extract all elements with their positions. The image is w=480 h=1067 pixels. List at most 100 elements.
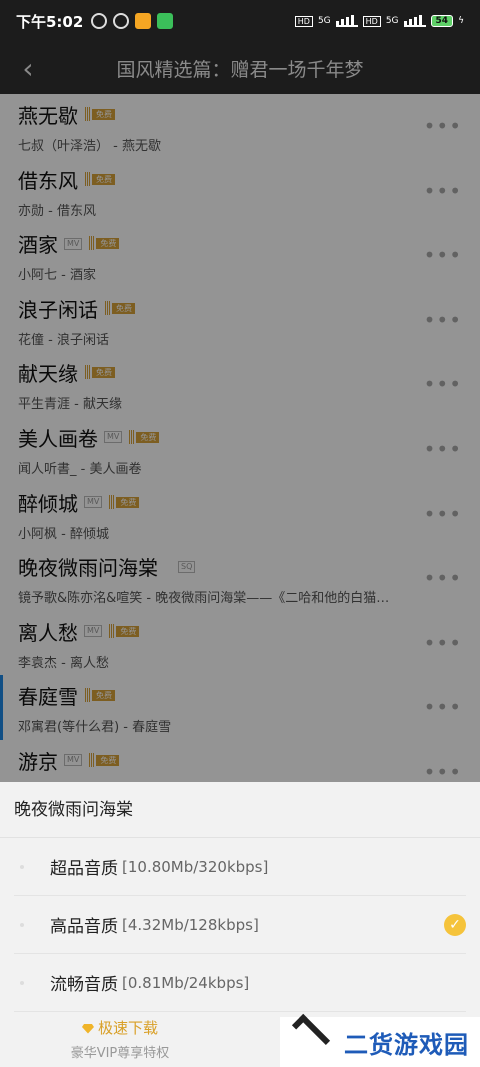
song-row[interactable]: 美人画卷 MV 免费闻人听書_ - 美人画卷 •••: [0, 417, 480, 482]
free-badge: 免费: [109, 494, 140, 509]
top-nav: ‹ 国风精选篇：赠君一场千年梦: [0, 42, 480, 94]
song-row[interactable]: 借东风 免费亦勋 - 借东风 •••: [0, 159, 480, 224]
bullet-icon: [20, 922, 24, 927]
song-artist: 小阿枫 - 醉倾城: [18, 526, 109, 542]
song-artist: 闻人听書_ - 美人画卷: [18, 461, 142, 477]
page-title: 国风精选篇：赠君一场千年梦: [116, 58, 364, 81]
song-artist: 镜予歌&陈亦洺&喧笑 - 晚夜微雨问海棠——《二哈和他的白猫…: [18, 591, 390, 607]
more-dots-icon[interactable]: •••: [424, 437, 462, 461]
quality-label: 超品音质: [50, 859, 118, 879]
song-row[interactable]: 晚夜微雨问海棠 SQ 镜予歌&陈亦洺&喧笑 - 晚夜微雨问海棠——《二哈和他的白猫……: [0, 546, 480, 611]
mv-badge[interactable]: MV: [84, 625, 103, 638]
more-dots-icon[interactable]: •••: [424, 502, 462, 526]
status-notification-icons: [91, 13, 174, 29]
free-badge: 免费: [89, 752, 120, 767]
status-bar: 下午5:02 HD 5G HD 5G 54 ϟ: [0, 0, 480, 42]
signal-icon: [335, 15, 358, 27]
more-dots-icon[interactable]: •••: [424, 179, 462, 203]
vip-subtitle: 豪华VIP尊享特权: [70, 1046, 170, 1061]
song-title: 春庭雪: [18, 685, 78, 710]
more-dots-icon[interactable]: •••: [424, 243, 462, 267]
song-title-row: 燕无歇 免费: [18, 100, 480, 129]
song-title: 借东风: [18, 168, 78, 193]
sq-badge: SQ: [178, 560, 196, 573]
song-row[interactable]: 燕无歇 免费七叔（叶泽浩） - 燕无歇 •••: [0, 94, 480, 159]
song-row[interactable]: 浪子闲话 免费 花僮 - 浪子闲话 •••: [0, 288, 480, 353]
song-title-row: 晚夜微雨问海棠 SQ: [18, 552, 480, 581]
mv-badge[interactable]: MV: [64, 754, 83, 767]
quality-detail: [4.32Mb/128kbps]: [122, 915, 259, 934]
quality-option[interactable]: 高品音质 [4.32Mb/128kbps] ✓: [14, 896, 466, 954]
song-title: 酒家: [18, 233, 58, 258]
song-row[interactable]: 游京MV免费海伦 - 游京•••: [0, 740, 480, 782]
more-dots-icon[interactable]: •••: [424, 372, 462, 396]
song-artist: 七叔（叶泽浩） - 燕无歇: [18, 139, 161, 154]
mv-badge[interactable]: MV: [104, 431, 123, 444]
free-badge: 免费: [129, 429, 160, 444]
free-badge: 免费: [85, 107, 115, 121]
song-title-row: 离人愁 MV 免费: [18, 617, 480, 646]
song-row[interactable]: 酒家 MV 免费 小阿七 - 酒家 •••: [0, 223, 480, 288]
song-title: 离人愁: [18, 620, 78, 645]
hd-icon-2: HD: [362, 15, 381, 27]
quality-label: 流畅音质: [50, 975, 118, 995]
network-type-2: 5G: [385, 16, 399, 26]
sheet-song-title: 晚夜微雨问海棠: [0, 782, 480, 838]
mv-badge[interactable]: MV: [84, 496, 103, 509]
network-type-1: 5G: [317, 16, 331, 26]
quality-label: 高品音质: [50, 917, 118, 937]
song-title: 醉倾城: [18, 491, 78, 516]
song-title: 晚夜微雨问海棠: [18, 556, 158, 581]
free-badge: 免费: [109, 623, 140, 638]
back-arrow-icon[interactable]: ‹: [0, 52, 56, 85]
song-title-row: 借东风 免费: [18, 165, 480, 194]
song-artist: 平生青涯 - 献天缘: [18, 397, 122, 413]
battery-icon: 54: [430, 15, 454, 27]
song-artist: 小阿七 - 酒家: [18, 268, 96, 284]
quality-option[interactable]: 超品音质 [10.80Mb/320kbps]: [14, 838, 466, 896]
free-badge: 免费: [85, 171, 115, 186]
check-icon: ✓: [444, 913, 466, 936]
mv-badge[interactable]: MV: [64, 237, 83, 250]
vip-title: 极速下载: [0, 1017, 240, 1038]
song-artist: 邓寓君(等什么君) - 春庭雪: [18, 720, 172, 736]
song-title: 燕无歇: [18, 104, 78, 128]
more-dots-icon[interactable]: •••: [424, 114, 462, 138]
bullet-icon: [20, 980, 24, 985]
fast-download-button[interactable]: 极速下载 豪华VIP尊享特权: [0, 1011, 240, 1067]
song-title: 美人画卷: [18, 426, 98, 451]
more-dots-icon[interactable]: •••: [424, 760, 462, 782]
song-title: 献天缘: [18, 362, 78, 387]
song-artist: 李袁杰 - 离人愁: [18, 655, 109, 671]
song-list[interactable]: 燕无歇 免费 七叔（叶泽浩） - 燕无歇 ••• 借东风 免费 亦勋 - 借东风 ••• 酒家 M…: [0, 94, 480, 782]
watermark-logo-icon: [288, 1013, 334, 1059]
song-artist: 亦勋 - 借东风: [18, 203, 96, 219]
free-badge: 免费: [85, 365, 115, 380]
more-dots-icon[interactable]: •••: [424, 308, 462, 332]
more-dots-icon[interactable]: •••: [424, 631, 462, 655]
quality-option[interactable]: 流畅音质 [0.81Mb/24kbps]: [14, 954, 466, 1012]
bullet-icon: [20, 864, 24, 869]
diamond-icon: [81, 1023, 94, 1034]
quality-detail: [0.81Mb/24kbps]: [122, 973, 250, 992]
song-title-row: 游京 MV 免费: [18, 746, 480, 775]
charging-icon: ϟ: [458, 16, 464, 26]
signal-icon-2: [403, 15, 426, 27]
free-badge: 免费: [105, 300, 135, 315]
song-row[interactable]: 醉倾城 MV 免费小阿枫 - 醉倾城 •••: [0, 482, 480, 547]
song-title-row: 浪子闲话 免费: [18, 294, 480, 323]
song-title-row: 醉倾城 MV 免费: [18, 488, 480, 517]
song-title-row: 美人画卷 MV 免费: [18, 423, 480, 452]
more-dots-icon[interactable]: •••: [424, 695, 462, 719]
song-title-row: 酒家 MV 免费: [18, 229, 480, 258]
free-badge: 免费: [85, 688, 115, 703]
app-notification-icon-2: [157, 13, 174, 29]
song-title-row: 春庭雪 免费: [18, 681, 480, 710]
song-row[interactable]: 离人愁 MV 免费李袁杰 - 离人愁 •••: [0, 611, 480, 676]
more-dots-icon[interactable]: •••: [424, 566, 462, 590]
song-row[interactable]: 献天缘 免费平生青涯 - 献天缘 •••: [0, 352, 480, 417]
status-time: 下午5:02: [16, 12, 84, 31]
song-title-row: 献天缘 免费: [18, 358, 480, 387]
song-row[interactable]: 春庭雪 免费邓寓君(等什么君) - 春庭雪 •••: [0, 675, 480, 740]
mute-icon: [91, 13, 108, 29]
